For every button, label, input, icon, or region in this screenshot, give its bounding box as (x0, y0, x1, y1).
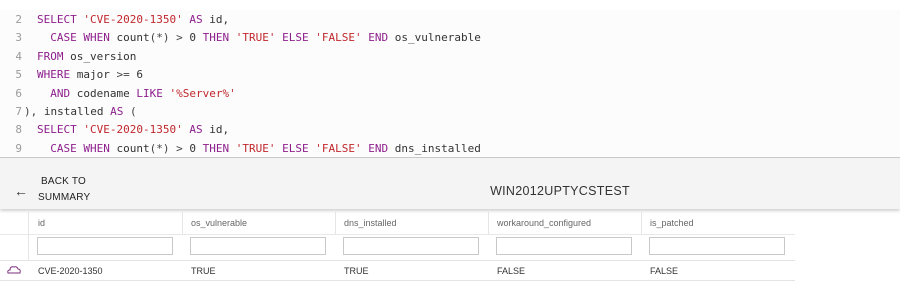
cell-dns-installed: TRUE (344, 266, 369, 276)
cell-id: CVE-2020-1350 (38, 266, 103, 276)
code-token: SELECT (37, 13, 84, 26)
code-token: 'FALSE' (315, 141, 362, 155)
code-line[interactable]: 7), installed AS ( (0, 103, 900, 121)
code-token: ( (129, 105, 137, 118)
code-token: 0 (189, 141, 196, 155)
code-token: (*) > (149, 141, 190, 155)
code-token: 'TRUE' (235, 141, 276, 155)
code-token: major (76, 68, 117, 82)
code-token: THEN (195, 141, 236, 155)
code-token: count (116, 141, 150, 155)
cell-is-patched: FALSE (650, 266, 679, 276)
line-number: 8 (15, 123, 22, 137)
filter-input-os-vulnerable[interactable] (190, 237, 326, 255)
code-line[interactable]: 2 SELECT 'CVE-2020-1350' AS id, (0, 11, 900, 29)
code-text: CASE WHEN count(*) > 0 THEN 'TRUE' ELSE … (37, 29, 481, 47)
results-header-bar: ← BACK TO SUMMARY WIN2012UPTYCSTEST (0, 157, 900, 209)
back-to-summary-button[interactable]: ← BACK TO SUMMARY (14, 174, 90, 208)
back-label-line1: BACK TO (41, 176, 86, 187)
column-header-dns-installed[interactable]: dns_installed (344, 212, 397, 234)
filter-input-id[interactable] (37, 237, 173, 255)
code-token: AS (182, 123, 210, 137)
column-divider (335, 212, 336, 234)
code-token: 'TRUE' (235, 31, 276, 45)
back-to-summary-label: BACK TO SUMMARY (38, 174, 90, 208)
code-token: END (361, 31, 395, 45)
code-token: 0 (189, 31, 196, 45)
cell-os-vulnerable: TRUE (191, 266, 216, 276)
column-header-os-vulnerable[interactable]: os_vulnerable (191, 212, 247, 234)
code-token: codename (76, 86, 137, 100)
column-header-id[interactable]: id (38, 212, 45, 234)
table-header-row: id os_vulnerable dns_installed workaroun… (0, 212, 795, 235)
back-label-line2: SUMMARY (38, 192, 91, 203)
code-token: 'CVE-2020-1350' (83, 123, 183, 137)
code-token: AS (182, 13, 210, 26)
code-text: SELECT 'CVE-2020-1350' AS id, (37, 121, 229, 139)
code-line[interactable]: 4 FROM os_version (0, 48, 900, 66)
code-text: FROM os_version (37, 48, 136, 66)
filter-input-workaround-configured[interactable] (496, 237, 632, 255)
code-token: CASE WHEN (37, 141, 117, 155)
code-text: ), installed AS ( (24, 103, 137, 121)
column-divider (488, 212, 489, 234)
line-number: 7 (15, 105, 22, 118)
code-token: installed (43, 105, 111, 118)
line-number: 2 (15, 13, 22, 26)
code-token: THEN (195, 31, 236, 45)
code-token: END (361, 141, 395, 155)
code-token: ELSE (275, 31, 316, 45)
code-token: CASE WHEN (37, 31, 117, 45)
code-text: AND codename LIKE '%Server%' (37, 85, 236, 103)
filter-input-dns-installed[interactable] (343, 237, 479, 255)
code-line[interactable]: 6 AND codename LIKE '%Server%' (0, 85, 900, 103)
code-token: 6 (136, 68, 143, 82)
code-token: '%Server%' (169, 86, 236, 100)
code-token: id, (209, 123, 230, 137)
code-token: >= (116, 68, 137, 82)
code-token: FROM (37, 49, 71, 63)
code-line[interactable]: 5 WHERE major >= 6 (0, 66, 900, 84)
code-token: 'CVE-2020-1350' (83, 13, 183, 26)
line-number: 3 (15, 31, 22, 45)
table-filter-row (0, 234, 795, 260)
code-token: LIKE (136, 86, 170, 100)
code-token: ELSE (275, 141, 316, 155)
line-number: 6 (15, 86, 22, 100)
line-number: 5 (15, 68, 22, 82)
line-number: 4 (15, 49, 22, 63)
code-line[interactable]: 3 CASE WHEN count(*) > 0 THEN 'TRUE' ELS… (0, 29, 900, 47)
results-table: id os_vulnerable dns_installed workaroun… (0, 212, 795, 281)
code-text: WHERE major >= 6 (37, 66, 143, 84)
code-line[interactable]: 9 CASE WHEN count(*) > 0 THEN 'TRUE' ELS… (0, 140, 900, 156)
code-token: ), (24, 105, 44, 118)
code-token: 'FALSE' (315, 31, 362, 45)
code-line[interactable]: 8 SELECT 'CVE-2020-1350' AS id, (0, 121, 900, 139)
code-text: SELECT 'CVE-2020-1350' AS id, (37, 11, 229, 29)
code-token: AS (110, 105, 130, 118)
table-row[interactable]: CVE-2020-1350 TRUE TRUE FALSE FALSE (0, 260, 795, 281)
cloud-outline-icon[interactable] (6, 264, 22, 276)
code-token: dns_installed (394, 141, 481, 155)
line-number: 9 (15, 141, 22, 155)
column-header-workaround-configured[interactable]: workaround_configured (497, 212, 591, 234)
code-token: count (116, 31, 150, 45)
column-header-is-patched[interactable]: is_patched (650, 212, 694, 234)
column-divider (641, 212, 642, 234)
host-title: WIN2012UPTYCSTEST (490, 184, 630, 198)
column-divider (182, 212, 183, 234)
filter-input-is-patched[interactable] (649, 237, 785, 255)
code-text: CASE WHEN count(*) > 0 THEN 'TRUE' ELSE … (37, 140, 481, 156)
code-token: (*) > (149, 31, 190, 45)
sql-query-editor[interactable]: 2 SELECT 'CVE-2020-1350' AS id, 3 CASE WHE… (0, 10, 900, 156)
arrow-left-icon: ← (14, 183, 28, 199)
code-token: id, (209, 13, 230, 26)
cell-workaround-configured: FALSE (497, 266, 526, 276)
code-token: os_version (70, 49, 137, 63)
code-token: AND (37, 86, 77, 100)
code-token: os_vulnerable (394, 31, 481, 45)
code-token: SELECT (37, 123, 84, 137)
code-token: WHERE (37, 68, 77, 82)
